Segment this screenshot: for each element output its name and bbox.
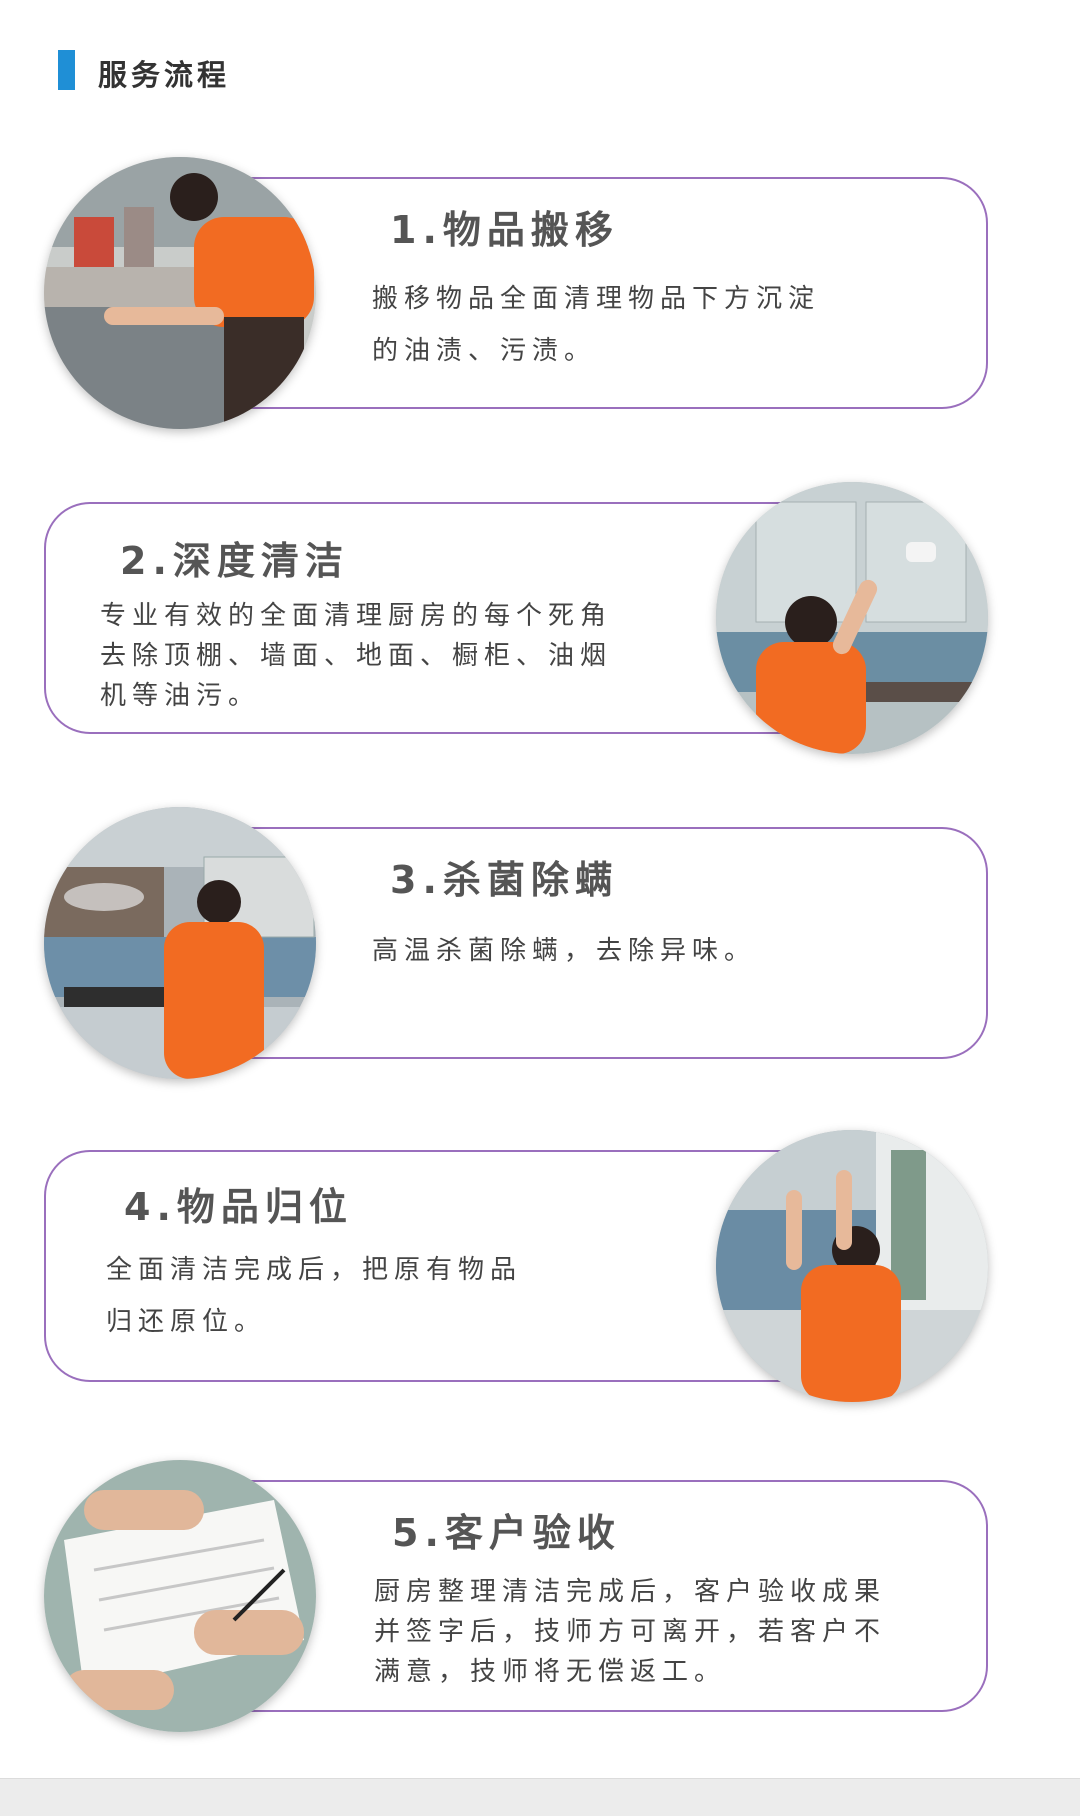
step-description: 高温杀菌除螨，去除异味。 (372, 925, 756, 977)
cleaner-moving-items-photo (44, 157, 316, 429)
step-description-line: 满意，技师将无偿返工。 (374, 1657, 727, 1687)
section-title: 服务流程 (98, 58, 231, 92)
step-description: 搬移物品全面清理物品下方沉淀 的油渍、污渍。 (372, 273, 820, 377)
step-description-line: 机等油污。 (100, 681, 261, 711)
cleaner-steam-sterilizing-photo (44, 807, 316, 1079)
step-description: 全面清洁完成后，把原有物品 归还原位。 (106, 1244, 522, 1348)
step-description-line: 去除顶棚、墙面、地面、橱柜、油烟 (100, 641, 613, 671)
step-title: 4.物品归位 (124, 1185, 353, 1229)
step-title: 2.深度清洁 (120, 539, 349, 583)
step-title: 3.杀菌除螨 (390, 858, 619, 902)
step-title: 1.物品搬移 (390, 208, 619, 252)
header-accent-bar (58, 50, 75, 90)
step-description-line: 搬移物品全面清理物品下方沉淀 (372, 284, 821, 314)
cleaner-wiping-cabinet-photo (716, 482, 988, 754)
step-description: 专业有效的全面清理厨房的每个死角 去除顶棚、墙面、地面、橱柜、油烟 机等油污。 (100, 596, 612, 716)
step-title: 5.客户验收 (392, 1511, 621, 1555)
page-footer-strip (0, 1778, 1080, 1816)
step-description-line: 并签字后，技师方可离开，若客户不 (374, 1617, 887, 1647)
step-description-line: 高温杀菌除螨，去除异味。 (372, 936, 757, 966)
step-description-line: 全面清洁完成后，把原有物品 (106, 1255, 523, 1285)
step-description: 厨房整理清洁完成后，客户验收成果 并签字后，技师方可离开，若客户不 满意，技师将… (374, 1572, 886, 1692)
customer-signing-form-photo (44, 1460, 316, 1732)
step-description-line: 专业有效的全面清理厨房的每个死角 (100, 601, 613, 631)
step-description-line: 归还原位。 (106, 1307, 267, 1337)
step-description-line: 的油渍、污渍。 (372, 336, 597, 366)
cleaner-restoring-items-photo (716, 1130, 988, 1402)
step-description-line: 厨房整理清洁完成后，客户验收成果 (374, 1577, 887, 1607)
